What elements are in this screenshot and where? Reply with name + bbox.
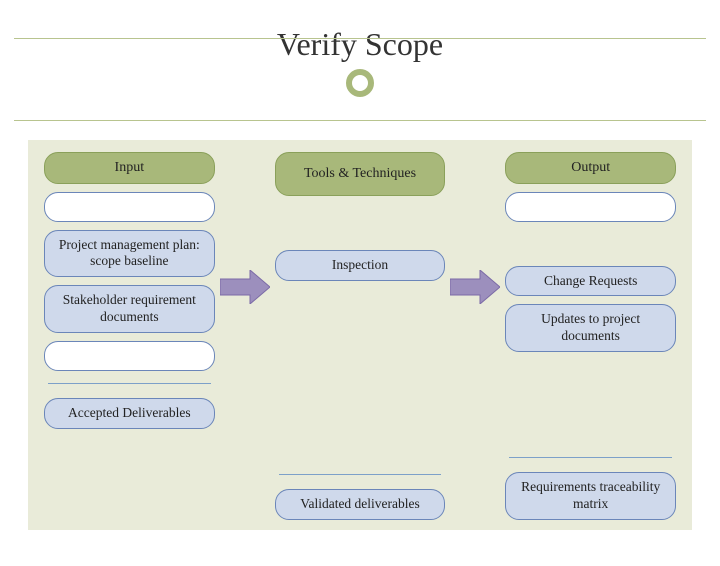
top-rule [14, 38, 706, 39]
output-spacer [505, 230, 676, 258]
output-item-updates-docs: Updates to project documents [505, 304, 676, 352]
header-output: Output [505, 152, 676, 184]
title-ring-icon [346, 69, 374, 97]
col-tools: Tools & Techniques Inspection Validated … [275, 152, 446, 520]
header-tools: Tools & Techniques [275, 152, 446, 196]
arrow-right-icon [220, 270, 270, 304]
output-divider [509, 457, 672, 458]
input-divider [48, 383, 211, 384]
arrow-input-to-tools [215, 152, 275, 520]
input-item-pm-plan: Project management plan: scope baseline [44, 230, 215, 278]
tools-divider [279, 474, 442, 475]
arrow-right-icon [450, 270, 500, 304]
arrow-tools-to-output [445, 152, 505, 520]
title-underline [14, 120, 706, 121]
page-title: Verify Scope [0, 26, 720, 63]
input-item-stakeholder-docs: Stakeholder requirement documents [44, 285, 215, 333]
tools-spacer [275, 204, 446, 242]
tools-below-validated-deliverables: Validated deliverables [275, 489, 446, 520]
col-output: Output Change Requests Updates to projec… [505, 152, 676, 520]
input-item-blank-1 [44, 192, 215, 222]
output-flex-spacer [505, 360, 676, 445]
output-below-traceability-matrix: Requirements traceability matrix [505, 472, 676, 520]
output-item-change-requests: Change Requests [505, 266, 676, 297]
diagram-panel: Input Project management plan: scope bas… [28, 140, 692, 530]
input-item-blank-2 [44, 341, 215, 371]
tools-flex-spacer [275, 289, 446, 462]
tools-item-inspection: Inspection [275, 250, 446, 281]
col-input: Input Project management plan: scope bas… [44, 152, 215, 520]
header-input: Input [44, 152, 215, 184]
input-below-accepted-deliverables: Accepted Deliverables [44, 398, 215, 429]
output-item-blank-1 [505, 192, 676, 222]
